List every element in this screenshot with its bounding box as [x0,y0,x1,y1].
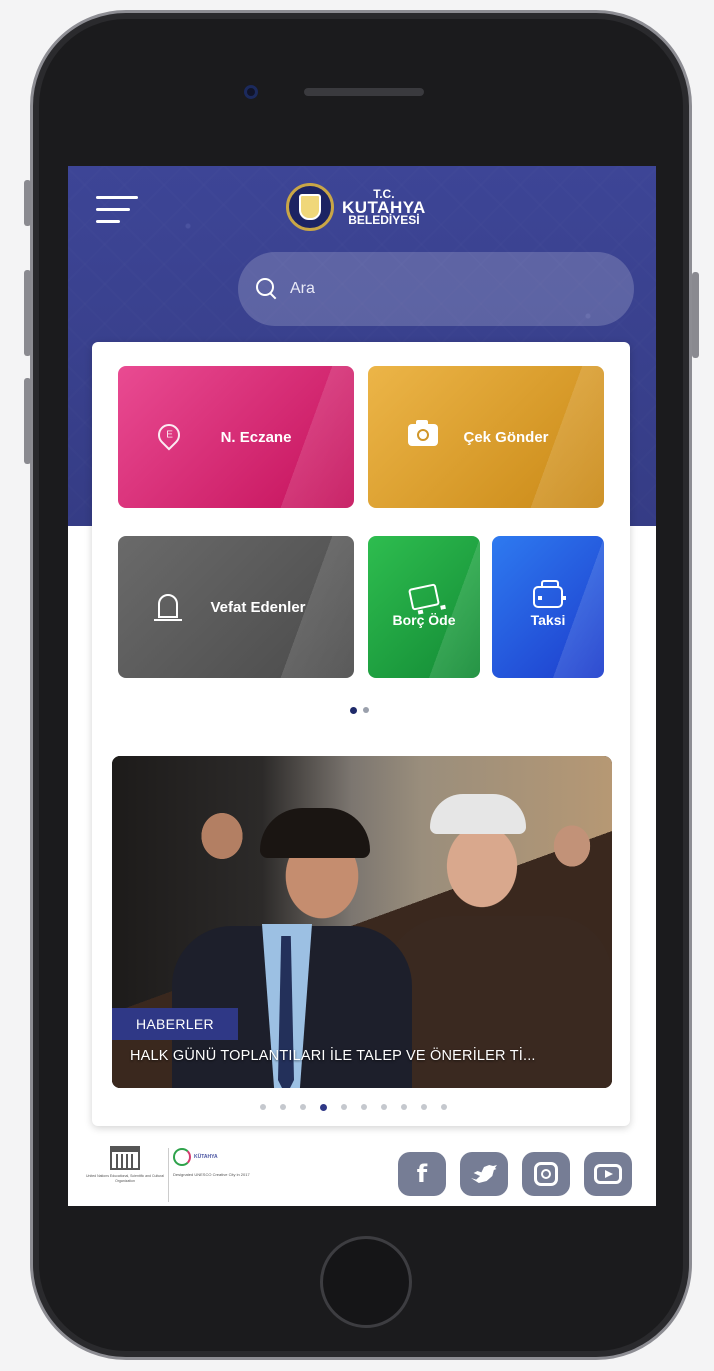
pager-dot[interactable] [363,707,369,713]
pharmacy-pin-icon: E [153,419,185,451]
truck-icon [408,583,440,611]
tile-nobetci-eczane[interactable]: E N. Eczane [118,366,354,508]
municipality-seal-icon [286,183,334,231]
tile-vefat-edenler[interactable]: Vefat Edenler [118,536,354,678]
pager-dot[interactable] [401,1104,407,1110]
pager-dot[interactable] [421,1104,427,1110]
earpiece-speaker [304,88,424,96]
unesco-temple-icon [110,1146,140,1170]
hamburger-menu-icon[interactable] [96,194,140,226]
instagram-icon [534,1162,558,1186]
news-slider[interactable]: HABERLER HALK GÜNÜ TOPLANTILARI İLE TALE… [112,756,612,1088]
pager-dot[interactable] [361,1104,367,1110]
search-input[interactable] [290,280,590,298]
unesco-logo: United Nations Educational, Scientific a… [82,1146,168,1202]
pager-dot[interactable] [300,1104,306,1110]
pager-dot[interactable] [441,1104,447,1110]
facebook-icon: f [416,1160,428,1188]
pager-dot[interactable] [381,1104,387,1110]
tile-label: Borç Öde [392,612,456,628]
creative-city-icon [173,1148,191,1166]
municipality-logo: T.C. KUTAHYA BELEDİYESİ [286,182,426,232]
search-bar[interactable] [238,252,634,326]
creative-city-logo: KÜTAHYA Designated UNESCO Creative City … [168,1148,258,1202]
pager-dot-active[interactable] [320,1104,327,1111]
power-button [692,272,699,358]
tile-label: Taksi [530,612,566,628]
youtube-icon [594,1164,622,1184]
tile-borc-ode[interactable]: Borç Öde [368,536,480,678]
tile-label: N. Eczane [220,428,292,446]
creative-city-name: KÜTAHYA [194,1153,218,1160]
home-button[interactable] [320,1236,412,1328]
quick-actions-pager[interactable] [350,707,369,714]
tile-taksi[interactable]: Taksi [492,536,604,678]
volume-down-button [24,378,31,464]
tile-label: Çek Gönder [463,428,549,446]
twitter-icon [471,1165,497,1183]
news-slider-pager[interactable] [260,1104,447,1111]
logo-text: T.C. KUTAHYA BELEDİYESİ [342,187,426,227]
unesco-text: United Nations Educational, Scientific a… [85,1174,164,1183]
twitter-button[interactable] [460,1152,508,1196]
logo-line-2: KUTAHYA [342,197,426,217]
pager-dot[interactable] [260,1104,266,1110]
content-card: E N. Eczane Çek Gönder Vefat Edenler Bor… [92,342,630,1126]
creative-city-text: Designated UNESCO Creative City in 2017 [173,1172,250,1177]
app-screen: T.C. KUTAHYA BELEDİYESİ E N. Eczane Çek … [68,166,656,1206]
logo-line-3: BELEDİYESİ [348,212,420,227]
pager-dot[interactable] [341,1104,347,1110]
mute-switch [24,180,31,226]
instagram-button[interactable] [522,1152,570,1196]
news-title[interactable]: HALK GÜNÜ TOPLANTILARI İLE TALEP VE ÖNER… [130,1048,536,1064]
camera-icon [408,420,438,446]
volume-up-button [24,270,31,356]
tombstone-icon [154,594,182,621]
taxi-icon [533,580,566,608]
footer: United Nations Educational, Scientific a… [68,1138,656,1206]
facebook-button[interactable]: f [398,1152,446,1196]
tile-cek-gonder[interactable]: Çek Gönder [368,366,604,508]
pager-dot-active[interactable] [350,707,357,714]
news-category-badge: HABERLER [112,1008,238,1040]
pager-dot[interactable] [280,1104,286,1110]
tile-label: Vefat Edenler [210,598,306,616]
search-icon [256,278,278,300]
front-camera [244,85,258,99]
youtube-button[interactable] [584,1152,632,1196]
